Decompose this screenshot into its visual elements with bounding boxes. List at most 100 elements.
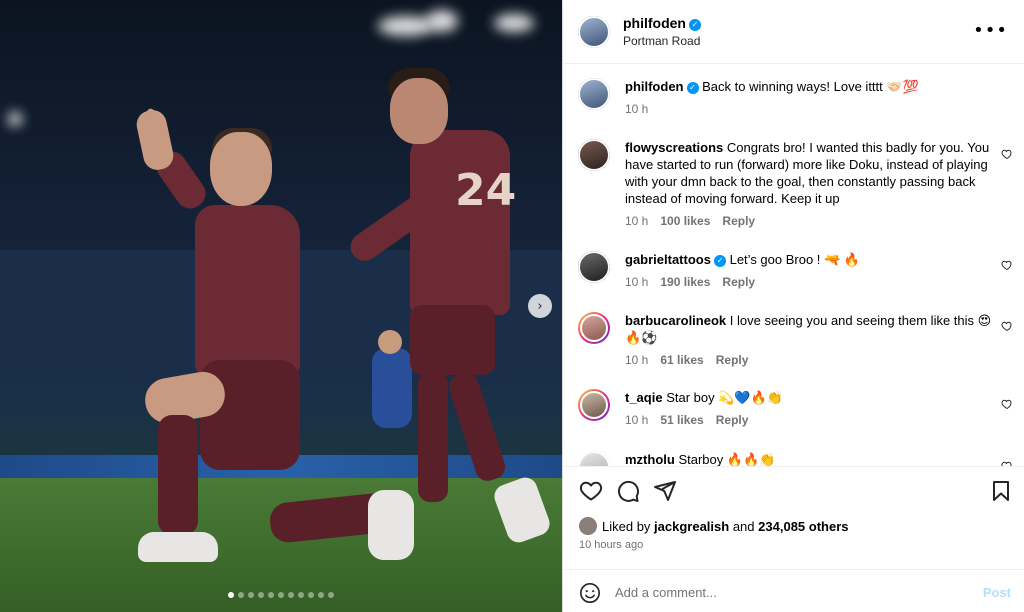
liker-username[interactable]: jackgrealish xyxy=(654,519,729,534)
post-image[interactable]: 24 › xyxy=(0,0,562,612)
background-player-head xyxy=(378,330,402,354)
comment-item: gabrieltattoos ✓ Let’s goo Broo ! 🔫 🔥 10 … xyxy=(563,251,1024,291)
comment-icon[interactable] xyxy=(616,479,640,503)
action-bar xyxy=(579,479,1013,503)
post-comment-button[interactable]: Post xyxy=(983,585,1011,600)
comment-username[interactable]: flowyscreations xyxy=(625,140,723,155)
reply-button[interactable]: Reply xyxy=(716,352,749,369)
player-one-sock xyxy=(158,415,198,535)
avatar-image xyxy=(580,391,608,419)
like-comment-icon[interactable] xyxy=(1001,148,1013,160)
stadium-light xyxy=(494,14,534,32)
post-header: philfoden ✓ Portman Road ••• xyxy=(563,0,1024,64)
carousel-dot xyxy=(318,592,324,598)
avatar-image xyxy=(578,451,610,466)
carousel-dot xyxy=(248,592,254,598)
reply-button[interactable]: Reply xyxy=(716,412,749,429)
avatar-image xyxy=(578,139,610,171)
comment-item: mztholu Starboy 🔥🔥👏 xyxy=(563,451,1024,466)
player-two-head xyxy=(390,78,448,144)
emoji-icon[interactable] xyxy=(579,582,601,604)
next-image-button[interactable]: › xyxy=(528,294,552,318)
player-one-body xyxy=(195,205,300,375)
author-avatar[interactable] xyxy=(578,15,610,48)
post-location[interactable]: Portman Road xyxy=(623,34,701,48)
comment-input[interactable] xyxy=(615,580,955,604)
comment-text: Starboy 🔥🔥👏 xyxy=(678,452,776,466)
author-username[interactable]: philfoden xyxy=(623,15,686,31)
more-options-icon[interactable]: ••• xyxy=(973,22,1008,40)
verified-icon: ✓ xyxy=(689,18,701,31)
stadium-light xyxy=(426,10,458,32)
carousel-dot xyxy=(308,592,314,598)
avatar-image xyxy=(580,314,608,342)
player-two-shorts xyxy=(410,305,495,375)
comment-text: Let’s goo Broo ! 🔫 🔥 xyxy=(729,252,861,267)
player-one-boot xyxy=(368,490,414,560)
carousel-dot xyxy=(258,592,264,598)
comment-item: flowyscreations Congrats bro! I wanted t… xyxy=(563,139,1024,230)
comment-username[interactable]: t_aqie xyxy=(625,390,663,405)
carousel-dot xyxy=(238,592,244,598)
comment-username[interactable]: gabrieltattoos xyxy=(625,252,711,267)
liked-by-joiner: and xyxy=(732,518,755,534)
commenter-avatar[interactable] xyxy=(578,389,610,421)
carousel-indicator xyxy=(0,592,562,598)
background-player xyxy=(372,348,412,428)
comment-item: t_aqie Star boy 💫💙🔥👏 10 h 51 likes Reply xyxy=(563,389,1024,429)
likes-count[interactable]: 234,085 others xyxy=(758,519,848,534)
carousel-dot xyxy=(298,592,304,598)
caption: philfoden ✓ Back to winning ways! Love it… xyxy=(563,78,1024,118)
player-one-boot xyxy=(138,532,218,562)
avatar-image xyxy=(578,15,610,48)
carousel-dot xyxy=(278,592,284,598)
verified-icon: ✓ xyxy=(686,81,699,94)
caption-time[interactable]: 10 h xyxy=(625,101,648,118)
player-one-head xyxy=(210,132,272,206)
post-side-panel: philfoden ✓ Portman Road ••• philfoden ✓ B… xyxy=(562,0,1024,612)
liked-by: Liked by jackgrealish and 234,085 others xyxy=(579,517,849,535)
comment-time[interactable]: 10 h xyxy=(625,412,648,429)
comment-time[interactable]: 10 h xyxy=(625,213,648,230)
post-actions: Liked by jackgrealish and 234,085 others… xyxy=(563,466,1024,612)
commenter-avatar[interactable] xyxy=(578,451,610,466)
comment-username[interactable]: barbucarolineok xyxy=(625,313,726,328)
reply-button[interactable]: Reply xyxy=(722,274,755,291)
commenter-avatar[interactable] xyxy=(578,251,610,283)
player-two-number: 24 xyxy=(455,165,517,216)
verified-icon: ✓ xyxy=(713,254,726,267)
avatar-image xyxy=(578,251,610,283)
author-avatar[interactable] xyxy=(578,78,610,110)
like-comment-icon[interactable] xyxy=(1001,320,1013,332)
comment-likes[interactable]: 61 likes xyxy=(660,352,703,369)
comments-list[interactable]: philfoden ✓ Back to winning ways! Love it… xyxy=(563,64,1024,466)
carousel-dot xyxy=(328,592,334,598)
commenter-avatar[interactable] xyxy=(578,139,610,171)
comment-likes[interactable]: 100 likes xyxy=(660,213,710,230)
carousel-dot xyxy=(228,592,234,598)
like-comment-icon[interactable] xyxy=(1001,398,1013,410)
chevron-right-icon: › xyxy=(537,298,543,314)
caption-username[interactable]: philfoden xyxy=(625,79,684,94)
comment-time[interactable]: 10 h xyxy=(625,274,648,291)
save-bookmark-icon[interactable] xyxy=(989,479,1013,503)
player-two-body xyxy=(410,130,510,315)
player-two-leg xyxy=(418,372,448,502)
like-heart-icon[interactable] xyxy=(579,479,603,503)
share-icon[interactable] xyxy=(653,479,677,503)
comment-username[interactable]: mztholu xyxy=(625,452,675,466)
carousel-dot xyxy=(268,592,274,598)
like-comment-icon[interactable] xyxy=(1001,259,1013,271)
commenter-avatar[interactable] xyxy=(578,312,610,344)
liker-avatar[interactable] xyxy=(579,517,597,535)
post-time[interactable]: 10 hours ago xyxy=(579,539,643,551)
reply-button[interactable]: Reply xyxy=(722,213,755,230)
comment-likes[interactable]: 51 likes xyxy=(660,412,703,429)
comment-time[interactable]: 10 h xyxy=(625,352,648,369)
comment-text: Star boy 💫💙🔥👏 xyxy=(666,390,783,405)
stadium-light xyxy=(8,112,22,126)
avatar-image xyxy=(578,78,610,110)
add-comment-bar: Post xyxy=(563,569,1024,612)
comment-likes[interactable]: 190 likes xyxy=(660,274,710,291)
comment-item: barbucarolineok I love seeing you and se… xyxy=(563,312,1024,369)
